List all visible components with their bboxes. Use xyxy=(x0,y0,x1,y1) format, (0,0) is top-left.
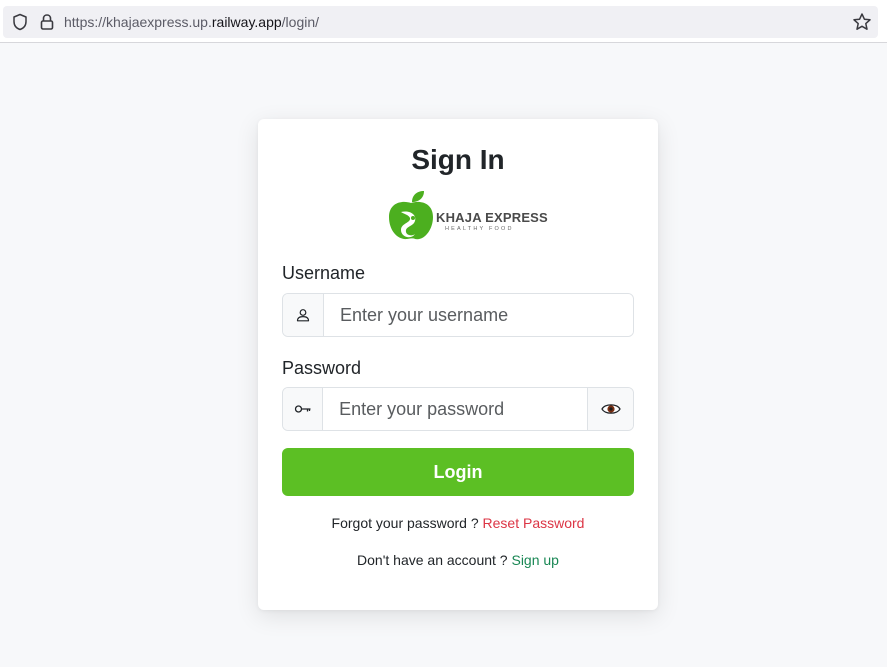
reset-password-link[interactable]: Reset Password xyxy=(483,515,585,531)
brand-tagline: HEALTHY FOOD xyxy=(445,226,514,232)
url-text[interactable]: https://khajaexpress.up.railway.app/logi… xyxy=(64,14,319,30)
url-suffix: /login/ xyxy=(281,14,320,30)
forgot-password-text: Forgot your password ? xyxy=(331,515,479,531)
login-button[interactable]: Login xyxy=(282,448,634,496)
password-input[interactable] xyxy=(323,388,588,430)
brand-name: KHAJA EXPRESS xyxy=(436,210,548,225)
brand-logo: KHAJA EXPRESS HEALTHY FOOD xyxy=(387,190,548,244)
username-input-group xyxy=(282,293,634,337)
eye-icon[interactable] xyxy=(587,388,633,430)
star-icon[interactable] xyxy=(852,12,872,37)
login-card: Sign In KHAJA EXPRESS HEALTHY FOOD Usern… xyxy=(258,119,658,610)
address-bar[interactable]: https://khajaexpress.up.railway.app/logi… xyxy=(3,6,878,38)
key-icon xyxy=(283,388,324,430)
signup-link[interactable]: Sign up xyxy=(511,552,558,568)
lock-icon[interactable] xyxy=(39,13,55,36)
username-label: Username xyxy=(282,263,366,283)
url-prefix: https://khajaexpress.up. xyxy=(64,14,212,30)
shield-icon[interactable] xyxy=(11,13,29,36)
password-label: Password xyxy=(282,358,362,378)
signup-line: Don't have an account ? Sign up xyxy=(258,552,658,568)
forgot-password-line: Forgot your password ? Reset Password xyxy=(258,515,658,531)
page-title: Sign In xyxy=(411,144,505,175)
username-input[interactable] xyxy=(324,294,633,336)
browser-toolbar: https://khajaexpress.up.railway.app/logi… xyxy=(0,0,887,43)
signup-text: Don't have an account ? xyxy=(357,552,508,568)
password-input-group xyxy=(282,387,634,431)
url-domain: railway.app xyxy=(211,14,282,30)
user-icon xyxy=(283,294,324,336)
